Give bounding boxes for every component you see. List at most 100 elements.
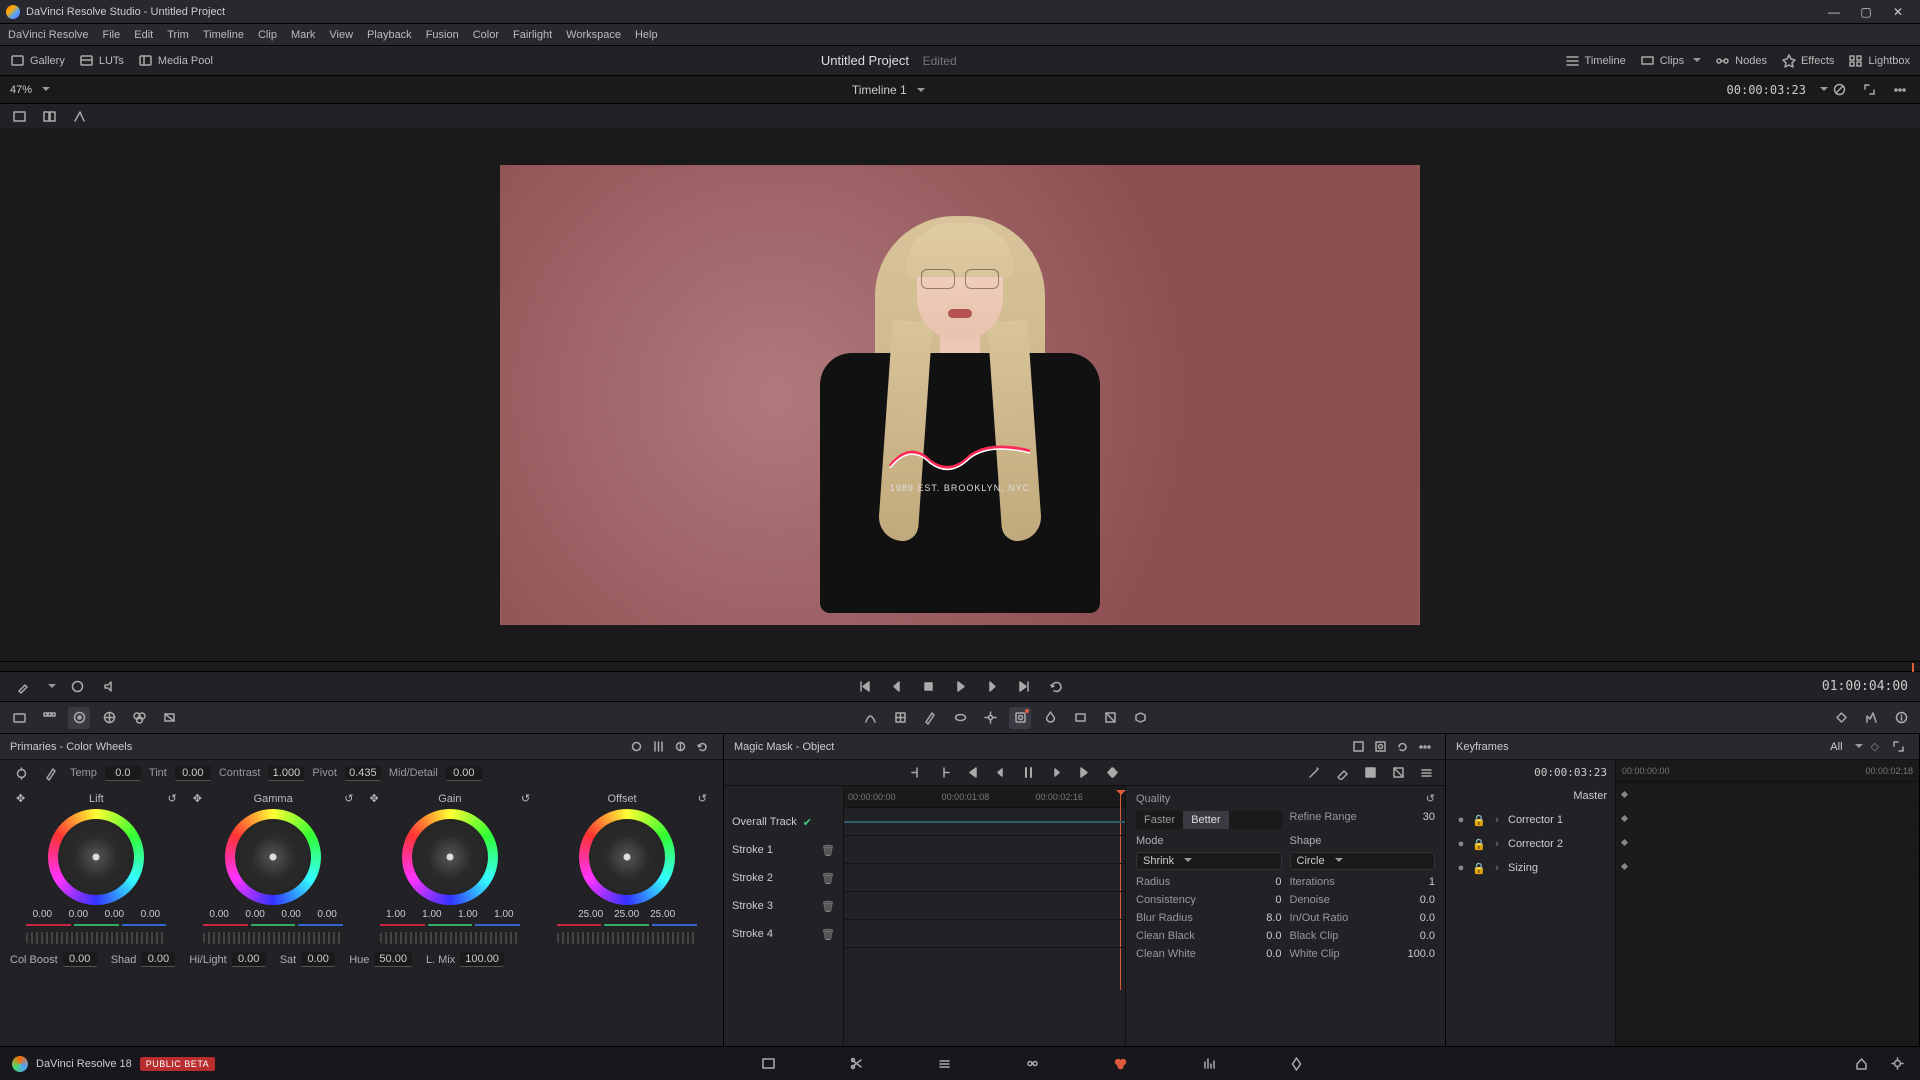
mm-track-area[interactable]: 00:00:00:00 00:00:01:08 00:00:02:16 [844, 786, 1126, 1046]
next-frame-icon[interactable] [981, 676, 1003, 698]
first-frame-icon[interactable] [853, 676, 875, 698]
play-icon[interactable] [949, 676, 971, 698]
cwhite-value[interactable]: 0.0 [1252, 948, 1282, 960]
mm-wand-icon[interactable] [1303, 762, 1325, 784]
refine-value[interactable]: 30 [1405, 811, 1435, 823]
loop-icon[interactable] [1045, 676, 1067, 698]
inout-value[interactable]: 0.0 [1405, 912, 1435, 924]
lift-jog[interactable] [26, 932, 166, 944]
chevron-right-icon[interactable]: › [1490, 862, 1504, 874]
kf-expand-icon[interactable] [1887, 736, 1909, 758]
trash-icon[interactable]: 🗑 [821, 844, 835, 857]
consist-value[interactable]: 0 [1252, 894, 1282, 906]
timeline-button[interactable]: Timeline [1565, 53, 1626, 68]
offset-values[interactable]: 25.0025.0025.00 [574, 909, 680, 920]
mm-track-row[interactable] [844, 808, 1125, 836]
3d-icon[interactable] [1129, 707, 1151, 729]
context-icon[interactable] [66, 676, 88, 698]
faster-option[interactable]: Faster [1136, 811, 1183, 829]
menu-timeline[interactable]: Timeline [203, 29, 244, 41]
denoise-value[interactable]: 0.0 [1405, 894, 1435, 906]
lift-color-wheel[interactable] [48, 809, 144, 905]
keyframe-icon[interactable] [1621, 791, 1628, 798]
viewer[interactable]: 1989 EST. BROOKLYN, NYC [0, 128, 1920, 661]
cblack-value[interactable]: 0.0 [1252, 930, 1282, 942]
edit-page-icon[interactable] [931, 1050, 959, 1078]
menu-playback[interactable]: Playback [367, 29, 412, 41]
menu-clip[interactable]: Clip [258, 29, 277, 41]
mm-track-row[interactable] [844, 864, 1125, 892]
radius-value[interactable]: 0 [1252, 876, 1282, 888]
gamma-values[interactable]: 0.000.000.000.00 [202, 909, 344, 920]
kf-master[interactable]: Master [1446, 784, 1615, 808]
lightbox-button[interactable]: Lightbox [1848, 53, 1910, 68]
gallery-button[interactable]: Gallery [10, 53, 65, 68]
color-wheels-icon[interactable] [68, 707, 90, 729]
clips-button[interactable]: Clips [1640, 53, 1701, 68]
kf-all-label[interactable]: All [1830, 741, 1842, 753]
stop-icon[interactable] [917, 676, 939, 698]
wheels-mode-icon[interactable] [625, 736, 647, 758]
eye-icon[interactable]: ● [1454, 814, 1468, 826]
mode-select[interactable]: Shrink [1136, 852, 1282, 870]
nodes-button[interactable]: Nodes [1715, 53, 1767, 68]
pick-white-icon[interactable] [40, 762, 62, 784]
stroke-3[interactable]: Stroke 3🗑 [724, 892, 843, 920]
rgb-mixer-icon[interactable] [128, 707, 150, 729]
kf-track-row[interactable] [1616, 806, 1919, 830]
mm-invert-icon[interactable] [1387, 762, 1409, 784]
gamma-pick-icon[interactable]: ✥ [193, 792, 202, 805]
kf-track-row[interactable] [1616, 854, 1919, 878]
hdr-icon[interactable] [98, 707, 120, 729]
mm-eraser-icon[interactable] [1331, 762, 1353, 784]
gamma-jog[interactable] [203, 932, 343, 944]
tc-dropdown-icon[interactable] [1816, 84, 1828, 96]
mm-overlay-icon[interactable] [1359, 762, 1381, 784]
mm-pause-icon[interactable] [1018, 762, 1040, 784]
maximize-button[interactable]: ▢ [1850, 5, 1882, 19]
trash-icon[interactable]: 🗑 [821, 872, 835, 885]
camera-raw-icon[interactable] [8, 707, 30, 729]
deliver-page-icon[interactable] [1283, 1050, 1311, 1078]
iter-value[interactable]: 1 [1405, 876, 1435, 888]
keyframe-mode-icon[interactable] [1830, 707, 1852, 729]
bclip-value[interactable]: 0.0 [1405, 930, 1435, 942]
keyframe-icon[interactable] [1621, 839, 1628, 846]
lock-icon[interactable]: 🔒 [1472, 838, 1486, 851]
key-icon[interactable] [1069, 707, 1091, 729]
gain-jog[interactable] [380, 932, 520, 944]
color-page-icon[interactable] [1107, 1050, 1135, 1078]
mm-track-row[interactable] [844, 920, 1125, 948]
mm-reset-icon[interactable] [1391, 736, 1413, 758]
lift-reset-icon[interactable]: ↺ [168, 792, 177, 805]
reset-icon[interactable] [691, 736, 713, 758]
playhead-icon[interactable] [1113, 786, 1123, 808]
contrast-value[interactable]: 1.000 [268, 766, 304, 781]
transport-timecode[interactable]: 01:00:04:00 [1822, 679, 1908, 694]
mm-track-fwd-icon[interactable] [1074, 762, 1096, 784]
media-page-icon[interactable] [755, 1050, 783, 1078]
expand-icon[interactable] [1858, 79, 1880, 101]
blur-value[interactable]: 8.0 [1252, 912, 1282, 924]
mm-track-both-icon[interactable] [1102, 762, 1124, 784]
curves-icon[interactable] [859, 707, 881, 729]
gain-color-wheel[interactable] [402, 809, 498, 905]
kf-track-row[interactable] [1616, 782, 1919, 806]
mm-step-fwd-icon[interactable] [1046, 762, 1068, 784]
bars-mode-icon[interactable] [647, 736, 669, 758]
better-option[interactable]: Better [1183, 811, 1228, 829]
sat-value[interactable]: 0.00 [301, 952, 335, 967]
gain-pick-icon[interactable]: ✥ [370, 792, 379, 805]
kf-diamond-icon[interactable]: ◇ [1871, 740, 1879, 753]
menu-workspace[interactable]: Workspace [566, 29, 621, 41]
lmix-value[interactable]: 100.00 [460, 952, 504, 967]
kf-corrector2[interactable]: ●🔒›Corrector 2 [1446, 832, 1615, 856]
chevron-right-icon[interactable]: › [1490, 838, 1504, 850]
kf-sizing[interactable]: ●🔒›Sizing [1446, 856, 1615, 880]
close-button[interactable]: ✕ [1882, 5, 1914, 19]
magic-mask-icon[interactable] [1009, 707, 1031, 729]
bypass-icon[interactable] [1828, 79, 1850, 101]
mute-icon[interactable] [98, 676, 120, 698]
shape-select[interactable]: Circle [1290, 852, 1436, 870]
shad-value[interactable]: 0.00 [141, 952, 175, 967]
